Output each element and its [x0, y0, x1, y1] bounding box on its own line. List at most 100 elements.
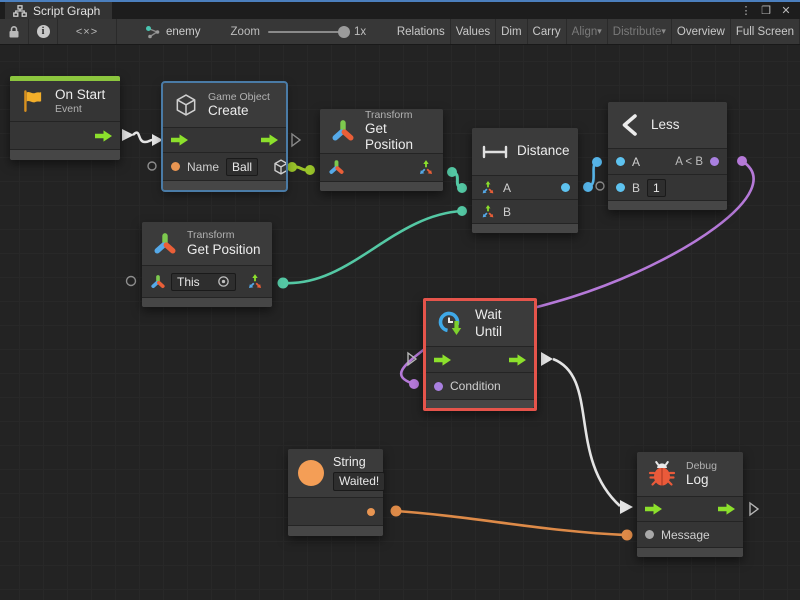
button-relations[interactable]: Relations — [392, 19, 451, 44]
node-footer — [320, 181, 443, 191]
button-carry[interactable]: Carry — [528, 19, 567, 44]
transform-icon — [152, 231, 178, 257]
node-string[interactable]: String Waited! — [288, 449, 383, 536]
toolbar-buttons: Relations Values Dim Carry Align Distrib… — [392, 19, 800, 44]
wire-onstart-create-start-arrow — [122, 129, 134, 141]
node-footer — [163, 180, 286, 190]
graph-name: enemy — [166, 26, 201, 38]
zoom-slider[interactable] — [268, 31, 346, 33]
vector3-input-port[interactable] — [480, 204, 496, 220]
node-footer — [288, 525, 383, 536]
graph-tree-icon — [13, 5, 27, 17]
wire-getposition2-distance-b — [283, 211, 462, 283]
transform-input-port[interactable] — [328, 159, 345, 176]
node-distance[interactable]: Distance A B — [472, 128, 578, 233]
node-footer — [142, 297, 272, 307]
port-label: Message — [661, 528, 710, 542]
node-debug-log[interactable]: Debug Log Message — [637, 452, 743, 557]
object-picker-icon[interactable] — [217, 275, 230, 288]
vector3-output-port[interactable] — [246, 273, 264, 291]
zoom-slider-handle[interactable] — [338, 26, 350, 38]
float-output-port[interactable] — [561, 183, 570, 192]
zoom-label: Zoom — [231, 26, 260, 38]
flow-output-port[interactable] — [509, 354, 526, 366]
transform-icon — [330, 118, 356, 144]
node-less[interactable]: Less A A < B B 1 — [608, 102, 727, 210]
vector3-input-port[interactable] — [480, 180, 496, 196]
string-input-port[interactable] — [171, 162, 180, 171]
button-full-screen[interactable]: Full Screen — [731, 19, 800, 44]
flow-output-port[interactable] — [718, 503, 735, 515]
string-value-field[interactable]: Waited! — [333, 472, 385, 490]
bug-icon — [647, 459, 677, 489]
zoom-control: Zoom 1x — [231, 26, 367, 38]
flow-input-port[interactable] — [434, 354, 451, 366]
button-overview[interactable]: Overview — [672, 19, 731, 44]
wire-waituntil-log-end-arrow — [620, 500, 633, 514]
wait-clock-icon — [436, 309, 466, 339]
wire-waituntil-log — [553, 359, 620, 506]
graph-icon — [145, 25, 161, 39]
wire-waituntil-log-start-arrow — [541, 352, 553, 366]
info-icon: i — [37, 25, 50, 38]
result-label: A < B — [675, 156, 703, 168]
flow-output-port[interactable] — [261, 134, 278, 146]
wire-onstart-create — [133, 133, 152, 142]
flow-input-port[interactable] — [645, 503, 662, 515]
unconnected-port-indicator — [596, 182, 604, 190]
node-footer — [637, 547, 743, 557]
node-kicker: Game Object — [208, 91, 270, 104]
gameobject-output-port[interactable] — [272, 158, 290, 176]
flow-input-port[interactable] — [171, 134, 188, 146]
port-label: Name — [187, 160, 219, 174]
b-value-field[interactable]: 1 — [647, 179, 666, 197]
node-create[interactable]: Game Object Create Name Ball — [163, 83, 286, 190]
tab-script-graph[interactable]: Script Graph — [5, 2, 112, 19]
target-value: This — [177, 275, 200, 289]
object-input-port[interactable] — [645, 530, 654, 539]
node-title: Distance — [517, 143, 570, 159]
this-field[interactable]: This — [171, 273, 236, 291]
node-get-position-1[interactable]: Transform Get Position — [320, 109, 443, 191]
code-brackets-icon: <×> — [76, 26, 98, 38]
node-footer — [10, 149, 120, 160]
node-kicker: Transform — [365, 109, 433, 122]
transform-input-port[interactable] — [150, 274, 166, 290]
wire-end-dot — [278, 278, 289, 289]
bool-input-port[interactable] — [434, 382, 443, 391]
wire-onstart-create-end-arrow — [152, 134, 163, 146]
unconnected-port-indicator — [127, 277, 136, 286]
button-align[interactable]: Align — [567, 19, 608, 44]
float-input-port[interactable] — [616, 157, 625, 166]
close-icon[interactable]: ✕ — [778, 4, 794, 17]
node-footer — [608, 200, 727, 210]
button-dim[interactable]: Dim — [496, 19, 527, 44]
node-title: Less — [651, 117, 680, 133]
code-preview-button[interactable]: <×> — [58, 19, 117, 44]
wire-string-log-message — [396, 511, 627, 535]
graph-breadcrumb[interactable]: enemy — [145, 25, 201, 39]
float-input-port[interactable] — [616, 183, 625, 192]
name-field[interactable]: Ball — [226, 158, 258, 176]
port-label: B — [632, 181, 640, 195]
string-output-port[interactable] — [367, 508, 375, 516]
bool-output-port[interactable] — [710, 157, 719, 166]
info-button[interactable]: i — [29, 19, 58, 44]
node-get-position-2[interactable]: Transform Get Position This — [142, 222, 272, 307]
button-values[interactable]: Values — [451, 19, 496, 44]
wire-end-dot — [447, 167, 457, 177]
tab-title: Script Graph — [33, 4, 100, 18]
node-on-start[interactable]: On Start Event — [10, 76, 120, 160]
maximize-icon[interactable]: ❐ — [758, 4, 774, 17]
node-footer — [426, 399, 534, 408]
graph-canvas[interactable]: On Start Event Game Object Create — [0, 45, 800, 600]
node-kicker: Debug — [686, 460, 717, 473]
node-wait-until[interactable]: Wait Until Condition — [426, 301, 534, 408]
vector3-output-port[interactable] — [417, 159, 435, 177]
menu-icon[interactable]: ⋮ — [738, 4, 754, 17]
button-distribute[interactable]: Distribute — [608, 19, 672, 44]
wait-until-highlight-frame: Wait Until Condition — [423, 298, 537, 411]
unconnected-flow-indicator — [292, 134, 300, 146]
flow-output-port[interactable] — [95, 130, 112, 142]
lock-button[interactable] — [0, 19, 29, 44]
